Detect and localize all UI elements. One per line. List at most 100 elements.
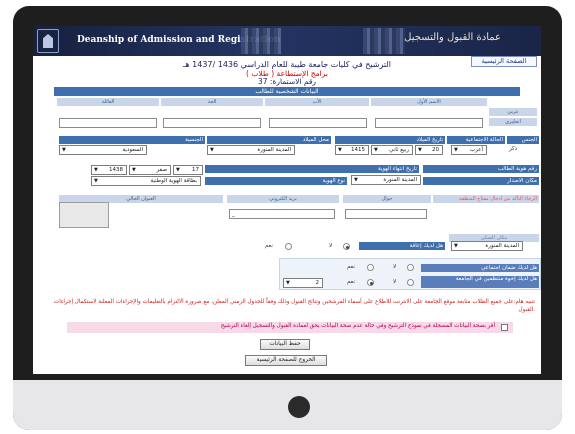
city-select[interactable]: ▼ المدينة المنورة: [451, 241, 523, 251]
chevron-down-icon: ▼: [94, 178, 98, 184]
id-type-select[interactable]: ▼ بطاقة الهوية الوطنية: [91, 176, 201, 186]
address-textarea[interactable]: [59, 202, 109, 228]
birth-place-value: المدينة المنورة: [257, 147, 291, 153]
page-title: الترشيح في كليات جامعة طيبة للعام الدراس…: [183, 60, 391, 69]
siblings-count-value: 2: [315, 280, 320, 286]
agreement-text: أقر بصحة البيانات المسجلة في نموذج الترش…: [220, 323, 495, 329]
chevron-down-icon: ▼: [210, 147, 214, 153]
siblings-no-radio[interactable]: [407, 279, 414, 286]
header-father-name: الأب: [265, 98, 369, 106]
marital-status-select[interactable]: ▼ أعزب: [451, 145, 487, 155]
chevron-down-icon: ▼: [374, 147, 378, 153]
id-expiry-year-select[interactable]: ▼ 1438: [91, 165, 127, 175]
disability-no-radio[interactable]: [343, 243, 350, 250]
chevron-down-icon: ▼: [338, 147, 342, 153]
nationality-value: السعودية: [122, 147, 143, 153]
area-code-label: الرجاء التأكد من ادخال مفتاح المنطقة: [433, 195, 539, 203]
birth-year-select[interactable]: ▼ 1415: [335, 145, 369, 155]
social-security-label: هل لديك ضمان اجتماعي: [421, 264, 539, 272]
id-expiry-year-value: 1438: [109, 167, 123, 173]
area-code-label-text: مفتاح المنطقة: [459, 196, 489, 202]
chevron-down-icon: ▼: [418, 147, 422, 153]
id-expiry-day-value: 17: [192, 167, 199, 173]
agreement-checkbox[interactable]: [501, 324, 508, 331]
header-first-name: الاسم الأول: [371, 98, 487, 106]
application-number-label: رقم الاستمارة:: [269, 77, 317, 86]
email-label: بريد الكتروني: [227, 195, 339, 203]
disability-no-label: لا: [329, 243, 333, 249]
issue-place-label: مكان الاصدار: [423, 177, 539, 185]
banner-arabic-title: عمادة القبول والتسجيل: [404, 32, 501, 43]
disability-yes-label: نعم: [265, 243, 273, 249]
id-expiry-day-select[interactable]: ▼ 17: [173, 165, 203, 175]
mobile-input[interactable]: [345, 209, 427, 219]
social-no-radio[interactable]: [407, 264, 414, 271]
application-number: رقم الاستمارة: 37: [33, 77, 541, 86]
marital-status-value: أعزب: [469, 147, 483, 153]
marital-status-label: الحالة الاجتماعية: [447, 136, 505, 144]
english-family-name-input[interactable]: [59, 118, 157, 128]
agreement-row: أقر بصحة البيانات المسجلة في نموذج الترش…: [67, 322, 513, 333]
site-banner: Deanship of Admission and Registration ع…: [33, 26, 541, 56]
social-yes-radio[interactable]: [367, 264, 374, 271]
siblings-no-label: لا: [393, 279, 397, 285]
id-type-value: بطاقة الهوية الوطنية: [150, 178, 197, 184]
social-no-label: لا: [393, 264, 397, 270]
english-father-name-input[interactable]: [269, 118, 367, 128]
chevron-down-icon: ▼: [176, 167, 180, 173]
chevron-down-icon: ▼: [286, 280, 290, 286]
siblings-count-select[interactable]: ▼ 2: [283, 278, 323, 288]
exit-to-home-button[interactable]: الخروج للصفحة الرئيسية: [245, 355, 327, 366]
social-yes-label: نعم: [347, 264, 355, 270]
important-notice: تنبيه هام:على جميع الطلاب متابعة موقع ال…: [53, 299, 535, 313]
banner-photo-right: [363, 28, 405, 54]
id-expiry-month-select[interactable]: ▼ صفر: [129, 165, 171, 175]
issue-place-select[interactable]: ▼ المدينة المنورة: [351, 175, 421, 185]
city-value: المدينة المنورة: [485, 243, 519, 249]
power-button[interactable]: [288, 396, 310, 418]
screenshot-stage: Deanship of Admission and Registration ع…: [0, 0, 575, 434]
birth-place-select[interactable]: ▼ المدينة المنورة: [207, 145, 295, 155]
mobile-label: جوال: [343, 195, 431, 203]
disability-label: هل لديك إعاقة: [359, 242, 445, 250]
section-personal-title: البيانات الشخصية للطالب: [54, 87, 520, 96]
english-grandfather-name-input[interactable]: [163, 118, 261, 128]
application-number-value: 37: [257, 77, 268, 86]
university-logo-icon: [37, 29, 59, 53]
chevron-down-icon: ▼: [354, 177, 358, 183]
birth-month-value: ربيع ثاني: [389, 147, 409, 153]
chevron-down-icon: ▼: [454, 147, 458, 153]
chevron-down-icon: ▼: [94, 167, 98, 173]
id-expiry-month-value: صفر: [156, 167, 168, 173]
header-grandfather-name: الجد: [161, 98, 263, 106]
nationality-label: الجنسية: [59, 136, 205, 144]
header-family-name: العائلة: [57, 98, 159, 106]
nationality-select[interactable]: ▼ السعودية: [59, 145, 147, 155]
email-input[interactable]: _: [229, 209, 335, 219]
birth-date-label: تاريخ الميلاد: [335, 136, 445, 144]
row-label-english: انجليزي: [489, 118, 537, 126]
birth-year-value: 1415: [351, 147, 365, 153]
banner-photo-left: [241, 28, 281, 54]
disability-yes-radio[interactable]: [285, 243, 292, 250]
browser-screen: Deanship of Admission and Registration ع…: [33, 26, 541, 374]
siblings-label: هل لديك إخوة منتظمين في الجامعة: [421, 276, 539, 288]
row-label-arabic: عربي: [489, 108, 537, 116]
area-code-hint: الرجاء التأكد من ادخال: [490, 196, 537, 202]
issue-place-value: المدينة المنورة: [383, 177, 417, 183]
save-button[interactable]: حفظ البيانات: [260, 339, 310, 350]
birth-day-select[interactable]: ▼ 20: [415, 145, 443, 155]
chevron-down-icon: ▼: [454, 243, 458, 249]
gender-label: الجنس: [507, 136, 539, 144]
id-number-label: رقم هوية الطالب: [423, 165, 539, 173]
chevron-down-icon: ▼: [132, 167, 136, 173]
gender-value: ذكر: [509, 146, 518, 152]
id-type-label: نوع الهوية: [205, 177, 347, 185]
siblings-yes-label: نعم: [347, 279, 355, 285]
birth-place-label: محل الميلاد: [207, 136, 331, 144]
chevron-down-icon: ▼: [62, 147, 66, 153]
english-first-name-input[interactable]: [375, 118, 483, 128]
siblings-yes-radio[interactable]: [367, 279, 374, 286]
birth-day-value: 20: [432, 147, 439, 153]
birth-month-select[interactable]: ▼ ربيع ثاني: [371, 145, 413, 155]
